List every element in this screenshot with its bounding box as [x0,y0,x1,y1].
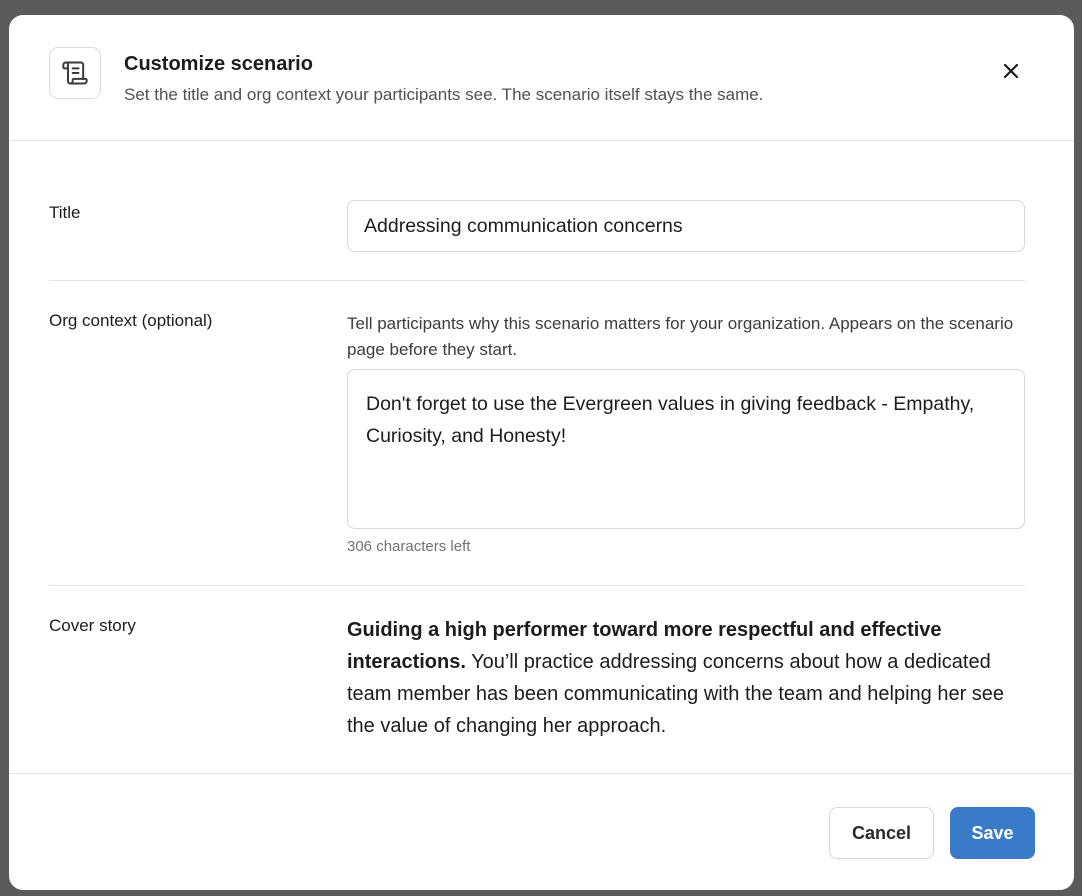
dialog-header: Customize scenario Set the title and org… [9,15,1074,141]
divider [49,280,1025,281]
cover-story-label: Cover story [49,616,136,635]
customize-scenario-dialog: Customize scenario Set the title and org… [9,15,1074,890]
characters-left-counter: 306 characters left [347,538,471,555]
title-label: Title [49,203,81,222]
dialog-footer: Cancel Save [9,773,1074,890]
cancel-button[interactable]: Cancel [829,807,934,859]
dialog-subtitle: Set the title and org context your parti… [124,85,764,104]
cover-story-text: Guiding a high performer toward more res… [347,614,1027,742]
scroll-icon [49,47,101,99]
title-input[interactable] [347,200,1025,252]
org-context-textarea[interactable]: Don't forget to use the Evergreen values… [347,369,1025,529]
org-context-help-text: Tell participants why this scenario matt… [347,314,1014,359]
dialog-title: Customize scenario [124,53,313,75]
org-context-label: Org context (optional) [49,311,213,330]
close-icon [1003,63,1019,79]
divider [49,585,1025,586]
close-button[interactable] [997,57,1025,85]
save-button[interactable]: Save [950,807,1035,859]
